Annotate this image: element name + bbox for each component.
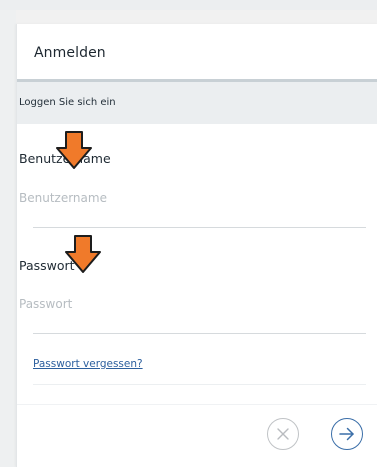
close-icon [277,428,289,440]
arrow-right-icon [339,427,354,441]
arrow-down-icon [56,131,92,169]
cancel-button[interactable] [267,418,299,450]
dialog-header: Anmelden [17,24,377,80]
login-dialog: Anmelden Loggen Sie sich ein Benutzernam… [16,24,377,467]
page: Anmelden Loggen Sie sich ein Benutzernam… [0,0,377,467]
username-underline [33,227,366,228]
left-panel-edge [0,10,16,467]
forgot-password-link[interactable]: Passwort vergessen? [33,358,143,370]
arrow-down-icon [65,235,101,273]
dialog-subtitle: Loggen Sie sich ein [19,97,116,108]
top-bar [0,0,377,10]
footer-divider [17,404,377,405]
submit-button[interactable] [331,418,363,450]
password-input[interactable] [19,295,349,313]
dialog-title: Anmelden [34,45,106,61]
forgot-divider [33,384,366,385]
password-underline [33,333,366,334]
username-input[interactable] [19,189,349,207]
